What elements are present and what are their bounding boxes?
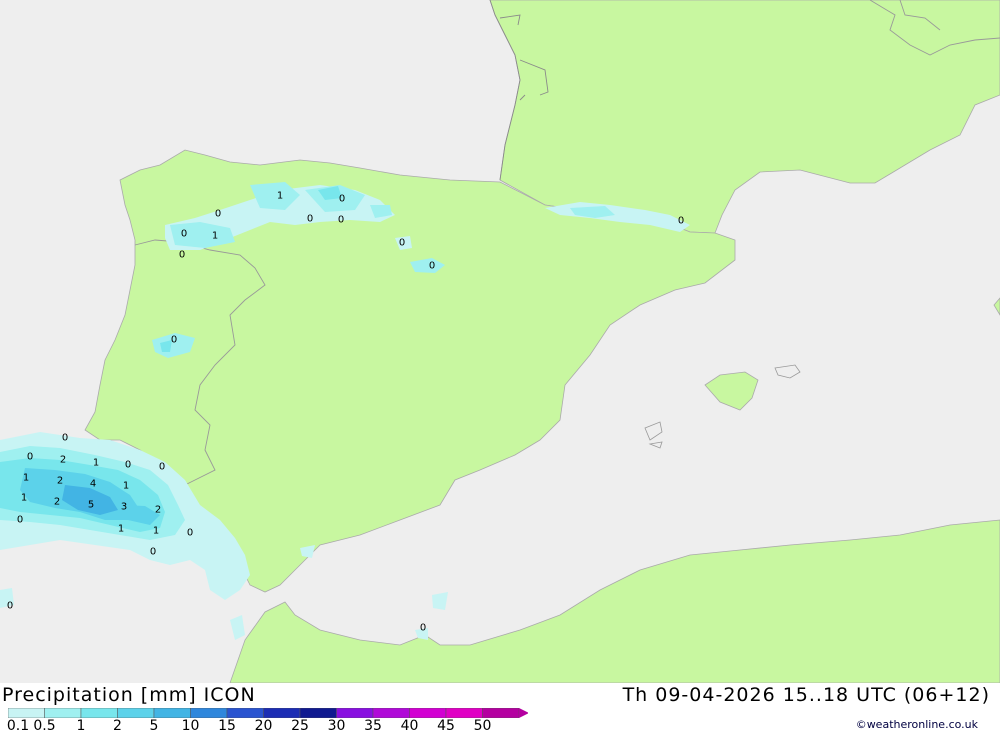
precip-value-label: 0 (17, 515, 23, 526)
scale-overflow-arrow (519, 708, 528, 718)
precip-value-label: 2 (60, 455, 66, 466)
scale-swatch (190, 708, 228, 718)
scale-swatch (299, 708, 337, 718)
precip-value-label: 0 (420, 623, 426, 634)
credit-link[interactable]: ©weatheronline.co.uk (856, 718, 978, 731)
scale-swatch (482, 708, 520, 718)
precip-value-label: 0 (399, 238, 405, 249)
scale-swatch (226, 708, 264, 718)
scale-label: 50 (473, 718, 492, 734)
precip-value-label: 0 (429, 261, 435, 272)
precip-value-label: 0 (62, 433, 68, 444)
scale-label: 1 (76, 718, 86, 734)
precip-value-label: 1 (212, 231, 218, 242)
precip-value-label: 5 (88, 500, 94, 511)
precip-value-label: 0 (125, 460, 131, 471)
precip-value-label: 2 (54, 497, 60, 508)
precip-value-label: 0 (171, 335, 177, 346)
precip-value-label: 0 (179, 250, 185, 261)
scale-swatch (117, 708, 155, 718)
precip-value-label: 0 (215, 209, 221, 220)
map-canvas: 1 0 0 0 0 0 1 0 0 0 0 0 0 0 2 1 0 0 1 2 4 1 1 2 5 3 2 0 1 1 0 0 0 0 (0, 0, 1000, 683)
scale-swatch (372, 708, 410, 718)
precip-value-label: 3 (121, 502, 127, 513)
scale-swatch (80, 708, 118, 718)
precip-value-label: 1 (21, 493, 27, 504)
product-title: Precipitation [mm] ICON (2, 684, 256, 706)
scale-label: 0.5 (33, 718, 56, 734)
precip-value-label: 0 (150, 547, 156, 558)
precip-value-label: 2 (155, 505, 161, 516)
precip-value-label: 4 (90, 479, 96, 490)
scale-label: 25 (291, 718, 309, 734)
footer-panel: Precipitation [mm] ICON Th 09-04-2026 15… (0, 683, 1000, 734)
precip-value-label: 1 (118, 524, 124, 535)
precip-value-label: 0 (338, 215, 344, 226)
scale-swatch (409, 708, 447, 718)
color-scale-labels: 0.1 0.5 1 2 5 10 15 20 25 30 35 40 45 50 (0, 718, 520, 734)
color-scale-bar (8, 708, 528, 718)
scale-swatch (263, 708, 301, 718)
precip-value-label: 1 (153, 526, 159, 537)
precipitation-map[interactable]: 1 0 0 0 0 0 1 0 0 0 0 0 0 0 2 1 0 0 1 2 4 1 1 2 5 3 2 0 1 1 0 0 0 0 (0, 0, 1000, 683)
valid-time: Th 09-04-2026 15..18 UTC (06+12) (622, 684, 990, 706)
scale-label: 40 (400, 718, 419, 734)
precip-value-label: 1 (123, 481, 129, 492)
scale-label: 20 (254, 718, 273, 734)
scale-label: 30 (327, 718, 346, 734)
precip-value-label: 1 (93, 458, 99, 469)
scale-swatch (153, 708, 191, 718)
scale-swatch (44, 708, 82, 718)
precip-value-label: 0 (27, 452, 33, 463)
precip-value-label: 0 (187, 528, 193, 539)
precip-value-label: 0 (678, 216, 684, 227)
scale-label: 10 (181, 718, 200, 734)
precip-value-label: 0 (307, 214, 313, 225)
scale-swatch (445, 708, 483, 718)
scale-label: 0.1 (6, 718, 30, 734)
scale-label: 5 (149, 718, 159, 734)
precip-value-label: 0 (7, 601, 13, 612)
scale-swatch (8, 708, 45, 718)
scale-label: 2 (113, 718, 122, 734)
precip-value-label: 2 (57, 476, 63, 487)
precip-value-label: 0 (181, 229, 187, 240)
scale-label: 15 (218, 718, 236, 734)
precip-value-label: 0 (159, 462, 165, 473)
scale-swatch (336, 708, 374, 718)
precip-value-label: 0 (339, 194, 345, 205)
scale-label: 45 (437, 718, 455, 734)
scale-label: 35 (364, 718, 382, 734)
precip-value-label: 1 (277, 191, 283, 202)
precip-value-label: 1 (23, 473, 29, 484)
